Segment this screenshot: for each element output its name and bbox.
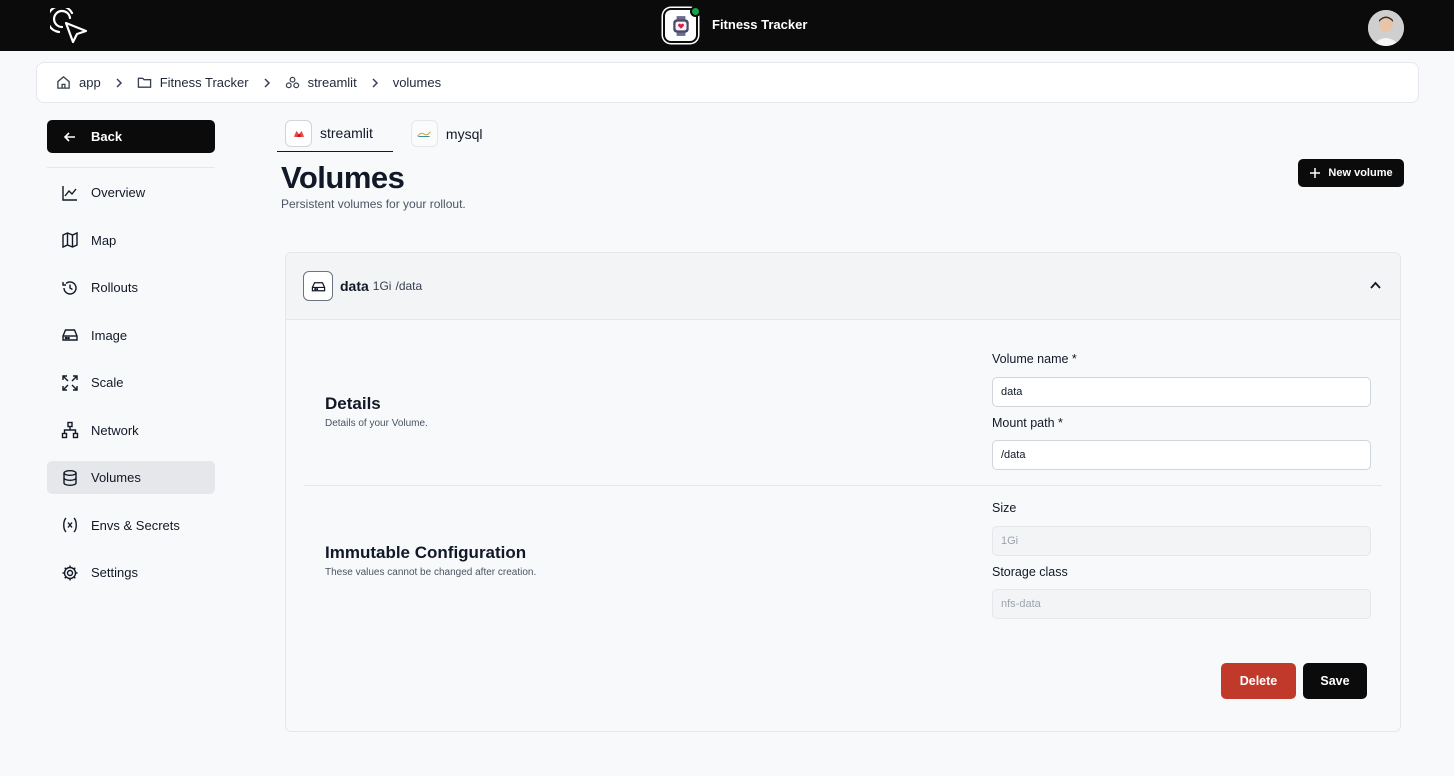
storage-class-label: Storage class [992,565,1068,579]
hard-drive-icon [303,271,333,301]
hard-drive-icon [62,329,78,341]
volume-name-label: Volume name * [992,352,1077,366]
breadcrumb-project[interactable]: Fitness Tracker [137,75,249,90]
immutable-description: These values cannot be changed after cre… [325,567,537,578]
chevron-right-icon [261,77,273,89]
network-icon [61,421,79,439]
volume-size: 1Gi [372,279,392,293]
tab-label: streamlit [320,125,373,141]
page-subtitle: Persistent volumes for your rollout. [281,197,466,211]
chevron-right-icon [113,77,125,89]
section-divider [304,485,1382,486]
details-title: Details [325,394,381,413]
breadcrumb-label: volumes [392,75,442,90]
sidebar-item-label: Envs & Secrets [91,517,180,533]
volume-name: data [340,278,369,294]
immutable-title: Immutable Configuration [325,543,527,562]
gear-icon [62,565,78,580]
breadcrumb-label: streamlit [307,75,357,90]
sidebar-item-volumes[interactable]: Volumes [47,461,215,494]
sidebar-item-network[interactable]: Network [47,414,215,447]
sidebar-nav: Overview Map Rollouts Image Scale Networ… [47,176,215,604]
sidebar-item-label: Scale [91,375,124,390]
sidebar-item-settings[interactable]: Settings [47,556,215,589]
back-button[interactable]: Back [47,120,215,153]
size-input: 1Gi [992,526,1371,556]
sidebar-item-label: Volumes [91,470,141,485]
breadcrumb-service[interactable]: streamlit [285,75,357,90]
new-volume-label: New volume [1328,167,1393,179]
breadcrumb-app[interactable]: app [56,75,101,90]
status-indicator [690,6,701,17]
save-button[interactable]: Save [1303,663,1367,699]
tab-streamlit[interactable]: streamlit [277,115,393,152]
sidebar-item-rollouts[interactable]: Rollouts [47,271,215,304]
mount-path-input[interactable]: /data [992,440,1371,470]
sidebar-item-image[interactable]: Image [47,319,215,352]
size-label: Size [992,501,1017,515]
breadcrumb: app Fitness Tracker streamlit volumes [36,62,1419,103]
volume-card: data 1Gi /data Details Details of your V… [285,252,1401,732]
home-icon [57,76,70,89]
sidebar-item-label: Overview [91,185,146,200]
sidebar-item-scale[interactable]: Scale [47,366,215,399]
service-icon [285,76,299,89]
storage-class-input: nfs-data [992,589,1371,619]
arrow-left-icon [63,131,75,142]
database-icon [63,469,77,486]
new-volume-button[interactable]: New volume [1298,159,1404,187]
top-bar: Fitness Tracker [0,0,1454,51]
volume-name-input[interactable]: data [992,377,1371,407]
sidebar-item-label: Image [91,327,128,343]
details-description: Details of your Volume. [325,418,428,429]
chevron-up-icon[interactable] [1368,278,1383,293]
breadcrumb-current: volumes [393,75,441,90]
chart-line-icon [62,185,77,201]
mysql-icon [410,120,438,147]
volume-card-header[interactable]: data 1Gi /data [286,253,1400,320]
tab-mysql[interactable]: mysql [403,115,491,152]
back-label: Back [91,129,123,144]
history-icon [62,280,77,295]
chevron-right-icon [369,77,381,89]
folder-icon [137,77,151,88]
cursor-logo-icon[interactable] [46,5,88,46]
volume-path: /data [395,279,423,293]
mount-path-label: Mount path * [992,416,1063,430]
sidebar-item-map[interactable]: Map [47,224,215,257]
app-title: Fitness Tracker [712,17,808,32]
map-icon [62,231,78,249]
page-title: Volumes [281,160,405,195]
delete-button[interactable]: Delete [1221,663,1296,699]
breadcrumb-label: Fitness Tracker [159,75,249,90]
plus-icon [1310,168,1321,178]
scale-icon [62,374,78,391]
breadcrumb-label: app [79,75,101,90]
sidebar-item-label: Rollouts [91,280,138,295]
variable-icon [63,517,77,533]
watch-icon [672,15,689,36]
sidebar-item-label: Settings [91,565,138,580]
streamlit-icon [285,119,312,147]
sidebar-item-label: Map [91,232,117,248]
app-badge[interactable] [663,6,701,43]
avatar[interactable] [1368,10,1404,46]
sidebar-divider [47,167,215,168]
sidebar-item-overview[interactable]: Overview [47,176,215,209]
sidebar-item-envs[interactable]: Envs & Secrets [47,509,215,542]
service-tabs: streamlit mysql [277,115,490,152]
tab-label: mysql [445,125,483,142]
sidebar-item-label: Network [91,422,139,438]
